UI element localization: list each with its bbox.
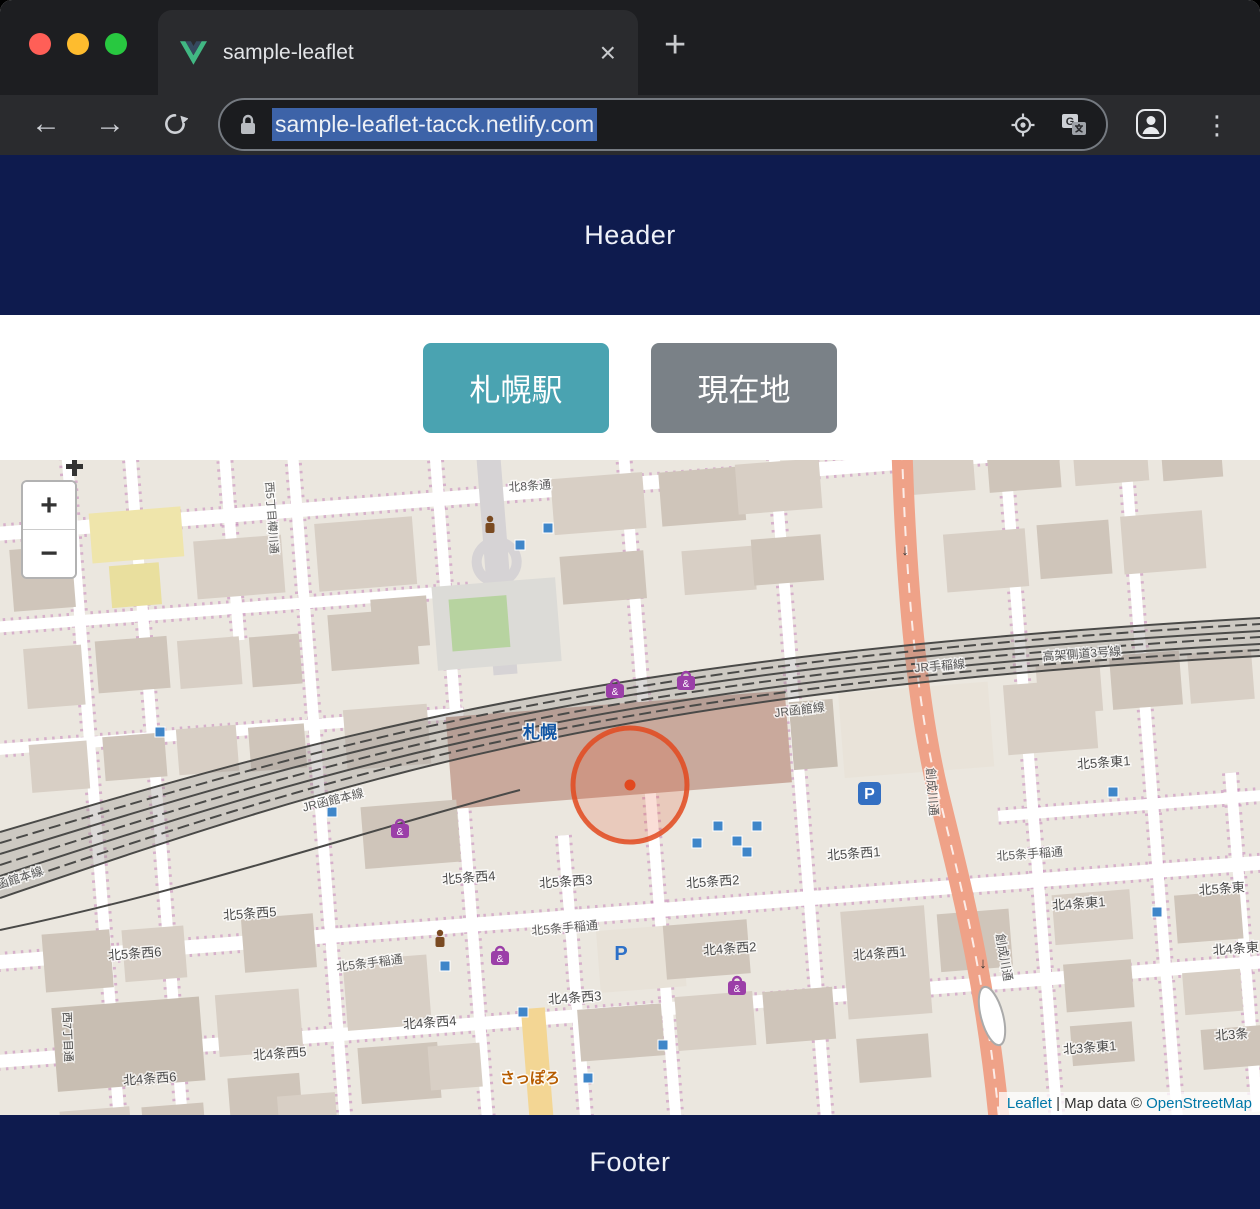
new-tab-button[interactable]: + xyxy=(664,24,686,67)
svg-text:&: & xyxy=(734,984,741,995)
zoom-window-button[interactable] xyxy=(105,33,127,55)
attribution-text: | Map data © xyxy=(1051,1095,1147,1112)
profile-icon xyxy=(1136,109,1166,139)
page-footer: Footer xyxy=(0,1115,1260,1209)
button-row: 札幌駅 現在地 xyxy=(0,315,1260,460)
map-attribution: Leaflet | Map data © OpenStreetMap xyxy=(998,1092,1260,1115)
minimize-window-button[interactable] xyxy=(67,33,89,55)
reload-button[interactable] xyxy=(152,101,198,147)
zoom-control: + − xyxy=(21,480,77,579)
station-label: 札幌 xyxy=(522,722,557,742)
map-label: 北8条通 xyxy=(508,478,552,495)
map-tiles: ↓ ↓ & & & & & P 北8条通 西5丁目樽川通 高架側道3号線 JR手… xyxy=(0,460,1260,1115)
svg-text:&: & xyxy=(497,954,504,965)
sapporo-station-button[interactable]: 札幌駅 xyxy=(423,342,609,433)
close-window-button[interactable] xyxy=(29,33,51,55)
back-button[interactable]: ← xyxy=(23,101,69,147)
svg-text:&: & xyxy=(612,687,619,698)
profile-avatar-button[interactable] xyxy=(1128,101,1174,147)
current-location-button[interactable]: 現在地 xyxy=(651,342,837,433)
forward-button[interactable]: → xyxy=(87,101,133,147)
location-marker-circle[interactable] xyxy=(570,725,690,845)
reload-icon xyxy=(165,114,188,134)
svg-text:P: P xyxy=(864,786,875,803)
page-header: Header xyxy=(0,155,1260,315)
geolocation-icon[interactable] xyxy=(1010,112,1036,138)
svg-text:&: & xyxy=(683,679,690,690)
address-bar[interactable]: sample-leaflet-tacck.netlify.com G xyxy=(218,98,1108,151)
url-text[interactable]: sample-leaflet-tacck.netlify.com xyxy=(272,108,598,141)
browser-tab[interactable]: sample-leaflet × xyxy=(158,10,638,95)
zoom-in-button[interactable]: + xyxy=(23,482,75,529)
browser-toolbar: ← → sample-leaflet-tacck.netlify.com G ⋮ xyxy=(0,95,1260,155)
subway-station-label: さっぽろ xyxy=(500,1069,560,1087)
svg-text:↓: ↓ xyxy=(901,542,909,559)
close-tab-icon[interactable]: × xyxy=(600,38,616,67)
header-title: Header xyxy=(584,219,676,250)
vue-favicon-icon xyxy=(180,40,207,65)
parking-label: P xyxy=(614,943,627,965)
svg-text:↓: ↓ xyxy=(979,955,987,972)
tab-strip: sample-leaflet × + xyxy=(0,0,1260,95)
openstreetmap-link[interactable]: OpenStreetMap xyxy=(1146,1095,1252,1112)
browser-menu-button[interactable]: ⋮ xyxy=(1204,103,1230,147)
footer-title: Footer xyxy=(589,1146,671,1177)
leaflet-link[interactable]: Leaflet xyxy=(1007,1095,1052,1112)
lock-icon[interactable] xyxy=(238,114,258,136)
browser-window: sample-leaflet × + ← → sample-leaflet-ta… xyxy=(0,0,1260,1209)
parking-icon: P xyxy=(858,782,881,805)
svg-text:&: & xyxy=(397,827,404,838)
map-label: 北3条 xyxy=(1215,1026,1249,1043)
leaflet-map[interactable]: ↓ ↓ & & & & & P 北8条通 西5丁目樽川通 高架側道3号線 JR手… xyxy=(0,460,1260,1115)
tab-title: sample-leaflet xyxy=(223,40,354,64)
translate-icon[interactable]: G xyxy=(1060,111,1088,139)
zoom-out-button[interactable]: − xyxy=(23,529,75,577)
map-label: 西7丁目通 xyxy=(60,1012,75,1063)
